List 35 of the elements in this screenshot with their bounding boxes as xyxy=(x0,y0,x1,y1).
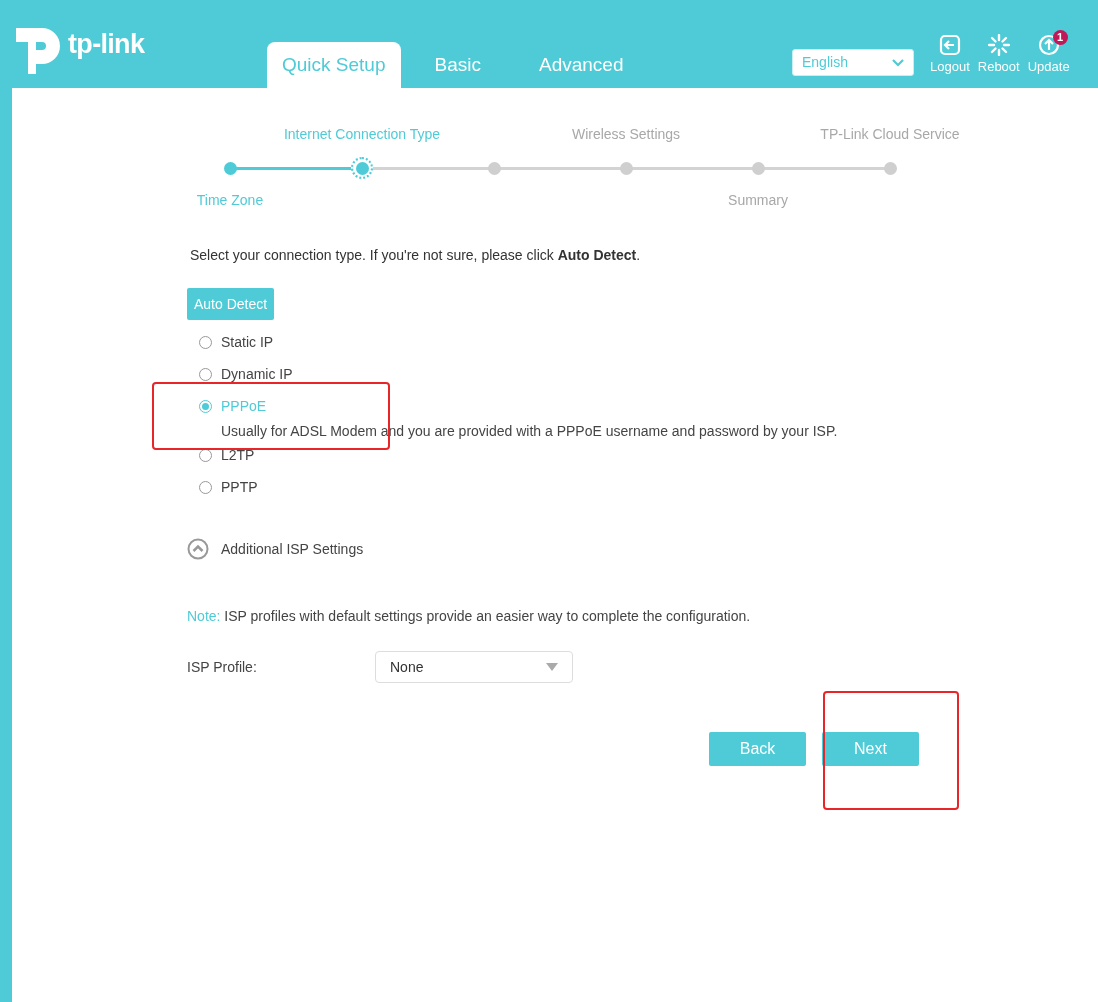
radio-option[interactable]: Static IP xyxy=(199,326,274,358)
nav-tab[interactable]: Basic xyxy=(410,42,505,88)
language-select[interactable]: English xyxy=(792,49,914,76)
chevron-up-icon xyxy=(187,538,209,560)
radio-option[interactable]: PPTP xyxy=(199,471,258,503)
logout-icon xyxy=(938,34,961,56)
radio-button[interactable] xyxy=(199,335,212,349)
step-label: Summary xyxy=(728,191,788,210)
step-label: Wireless Settings xyxy=(571,125,681,144)
nav-button[interactable]: Next xyxy=(822,732,919,766)
note-text: Note: ISP profiles with default settings provide an easier way to complete the configuration. xyxy=(187,607,752,626)
radio-button[interactable] xyxy=(199,480,212,494)
spinner-icon xyxy=(987,34,1010,56)
field-label: ISP Profile: xyxy=(187,657,258,677)
radio-button[interactable] xyxy=(199,367,212,381)
radio-button[interactable] xyxy=(199,399,212,413)
radio-option[interactable]: Dynamic IP xyxy=(199,358,293,390)
logout-button[interactable]: Logout xyxy=(928,34,972,75)
step-label: Time Zone xyxy=(196,191,264,210)
notification-badge: 1 xyxy=(1052,30,1068,45)
radio-option[interactable]: PPPoE xyxy=(199,390,267,422)
step-label: TP-Link Cloud Service xyxy=(820,125,960,144)
logo-text: tp-link xyxy=(68,27,145,61)
nav-tab[interactable]: Quick Setup xyxy=(267,42,401,88)
chevron-down-icon xyxy=(892,58,904,67)
radio-option[interactable]: L2TP xyxy=(199,439,255,471)
additional-settings-toggle[interactable]: Additional ISP Settings xyxy=(187,538,364,560)
nav-tab[interactable]: Advanced xyxy=(514,42,648,88)
auto-detect-button[interactable]: Auto Detect xyxy=(187,288,275,320)
instruction-text: Select your connection type. If you're not sure, please click Auto Detect. xyxy=(190,246,642,265)
isp-profile-select[interactable]: None xyxy=(375,651,573,683)
dropdown-arrow-icon xyxy=(546,663,558,671)
step-label: Internet Connection Type xyxy=(283,125,441,144)
reboot-button[interactable]: Reboot xyxy=(975,34,1022,75)
nav-button[interactable]: Back xyxy=(709,732,806,766)
